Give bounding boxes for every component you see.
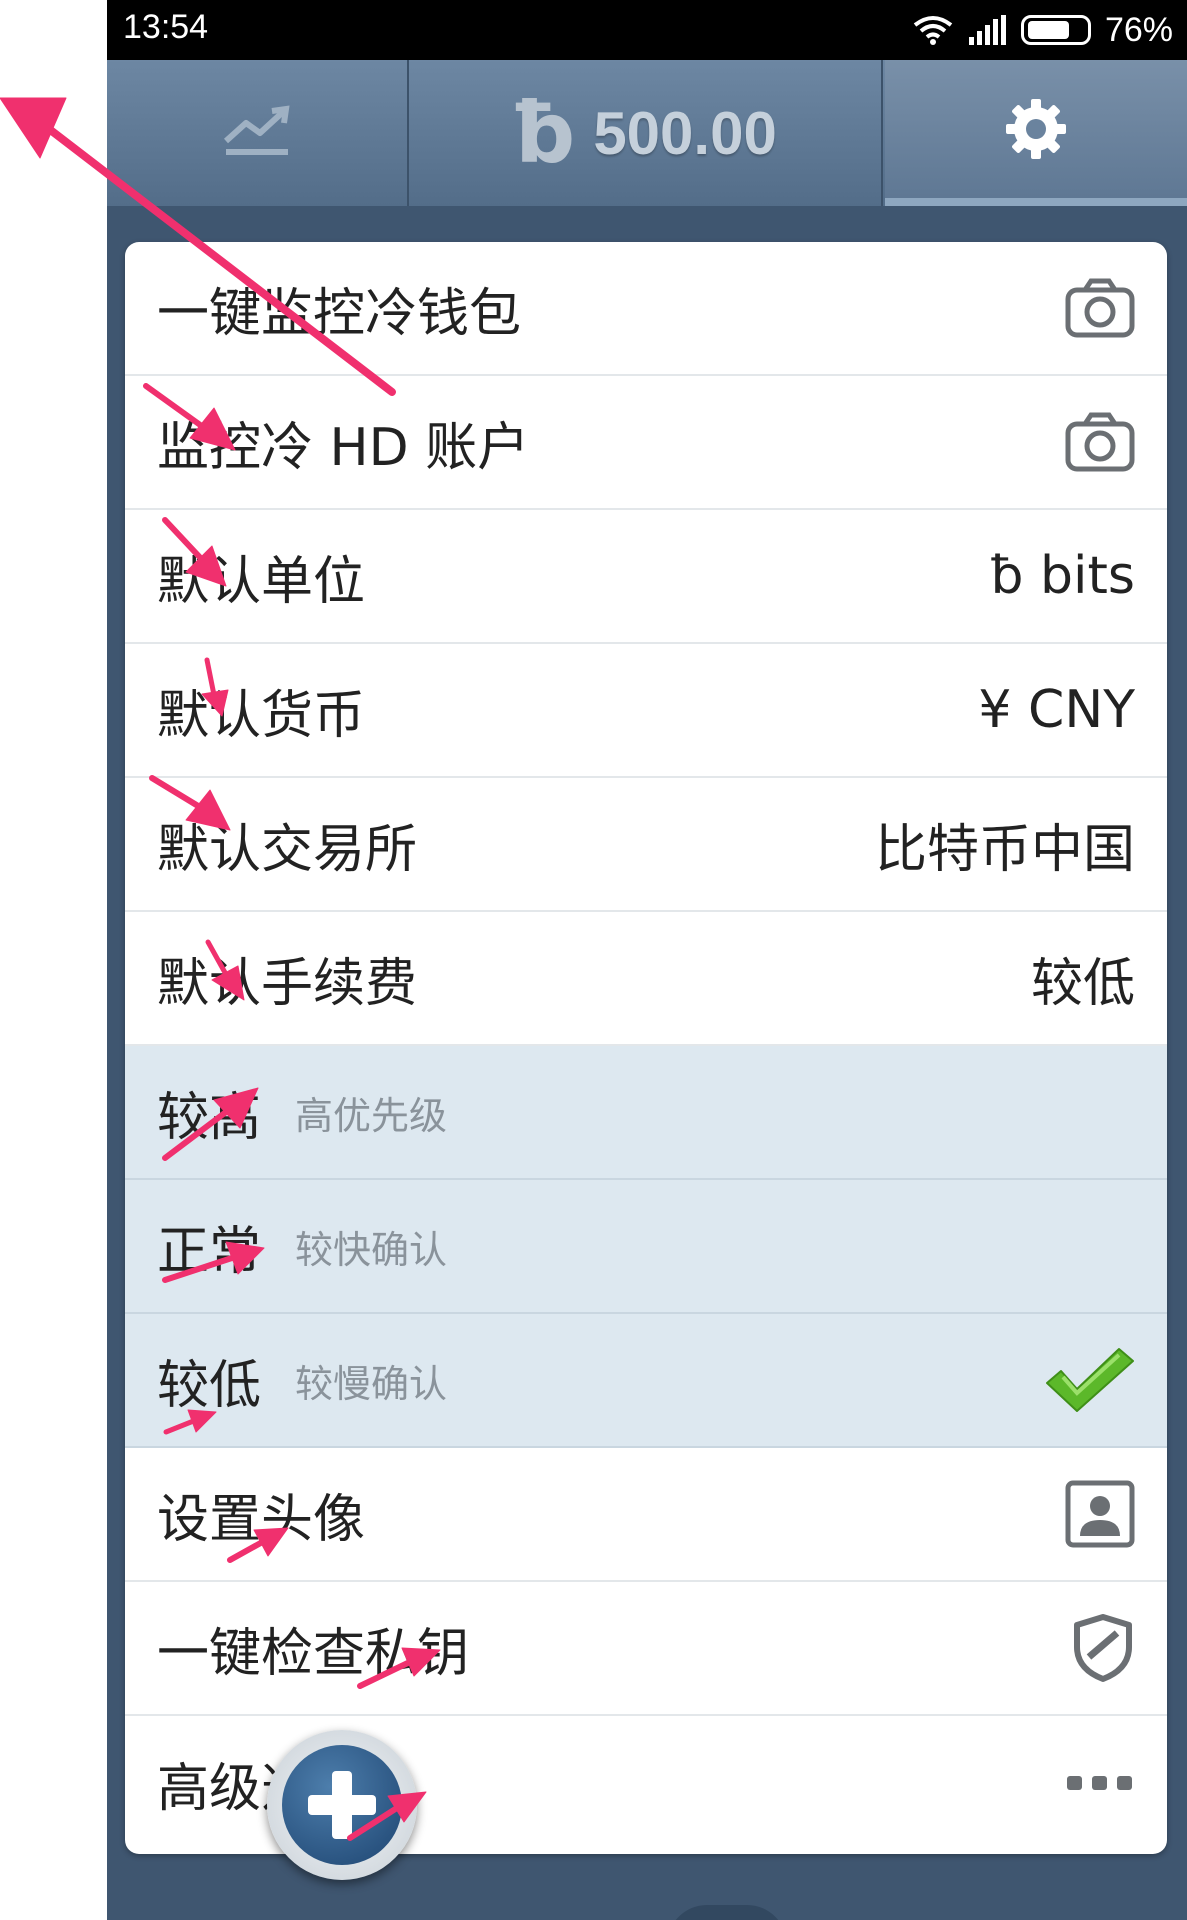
battery-icon xyxy=(1020,15,1091,45)
setting-label: 一键监控冷钱包 xyxy=(157,283,522,344)
fee-option-label: 较高 xyxy=(157,1087,262,1148)
tab-settings[interactable] xyxy=(885,60,1187,206)
fee-option-hint: 较慢确认 xyxy=(295,1361,448,1406)
phone-screen: 13:54 76% ƀ 500.00 一键监控冷钱包 监控冷 HD 账户 默认单… xyxy=(107,0,1187,1920)
setting-label: 默认手续费 xyxy=(157,953,418,1014)
fee-option-label: 较低 xyxy=(157,1355,262,1416)
add-button[interactable] xyxy=(267,1730,417,1880)
bits-symbol: ƀ xyxy=(515,84,576,182)
plus-icon xyxy=(282,1745,402,1865)
setting-default-fee[interactable]: 默认手续费 较低 xyxy=(125,912,1167,1046)
checkmark-icon xyxy=(1043,1345,1135,1415)
battery-percent: 76% xyxy=(1104,10,1173,49)
status-icons: 76% xyxy=(913,6,1173,54)
setting-value: 比特币中国 xyxy=(874,819,1135,880)
balance-amount: 500.00 xyxy=(593,99,777,167)
status-bar: 13:54 76% xyxy=(107,0,1187,60)
avatar-icon xyxy=(1065,1480,1135,1548)
camera-icon xyxy=(1065,412,1135,472)
shield-icon xyxy=(1071,1613,1135,1683)
tab-trend[interactable] xyxy=(107,60,409,206)
setting-label: 一键检查私钥 xyxy=(157,1623,470,1684)
fee-option-hint: 高优先级 xyxy=(295,1093,448,1138)
setting-label: 默认交易所 xyxy=(157,819,418,880)
setting-label: 设置头像 xyxy=(157,1489,366,1550)
setting-monitor-cold-hd-account[interactable]: 监控冷 HD 账户 xyxy=(125,376,1167,510)
bottom-handle xyxy=(667,1905,787,1920)
setting-default-unit[interactable]: 默认单位 ƀ bits xyxy=(125,510,1167,644)
tab-balance[interactable]: ƀ 500.00 xyxy=(411,60,883,206)
setting-label: 默认货币 xyxy=(157,685,366,746)
setting-value: 较低 xyxy=(1030,953,1135,1014)
settings-card: 一键监控冷钱包 监控冷 HD 账户 默认单位 ƀ bits 默认货币 ¥ CNY… xyxy=(125,242,1167,1854)
setting-monitor-cold-wallet[interactable]: 一键监控冷钱包 xyxy=(125,242,1167,376)
fee-option-normal[interactable]: 正常 较快确认 xyxy=(125,1180,1167,1314)
camera-icon xyxy=(1065,278,1135,338)
setting-value: ƀ bits xyxy=(990,546,1135,606)
chart-line-icon xyxy=(223,105,290,155)
setting-label: 默认单位 xyxy=(157,551,366,612)
setting-default-currency[interactable]: 默认货币 ¥ CNY xyxy=(125,644,1167,778)
signal-icon xyxy=(968,15,1006,45)
setting-value: ¥ CNY xyxy=(978,680,1135,740)
setting-check-private-key[interactable]: 一键检查私钥 xyxy=(125,1582,1167,1716)
gear-icon xyxy=(1006,99,1066,159)
fee-option-label: 正常 xyxy=(157,1221,262,1282)
fee-option-hint: 较快确认 xyxy=(295,1227,448,1272)
setting-set-avatar[interactable]: 设置头像 xyxy=(125,1448,1167,1582)
wifi-icon xyxy=(913,16,953,45)
fee-option-low[interactable]: 较低 较慢确认 xyxy=(125,1314,1167,1448)
setting-default-exchange[interactable]: 默认交易所 比特币中国 xyxy=(125,778,1167,912)
top-tab-bar: ƀ 500.00 xyxy=(107,60,1187,206)
fee-option-high[interactable]: 较高 高优先级 xyxy=(125,1046,1167,1180)
setting-label: 监控冷 HD 账户 xyxy=(157,417,530,478)
more-dots-icon xyxy=(1065,1773,1135,1793)
status-time: 13:54 xyxy=(123,8,209,46)
